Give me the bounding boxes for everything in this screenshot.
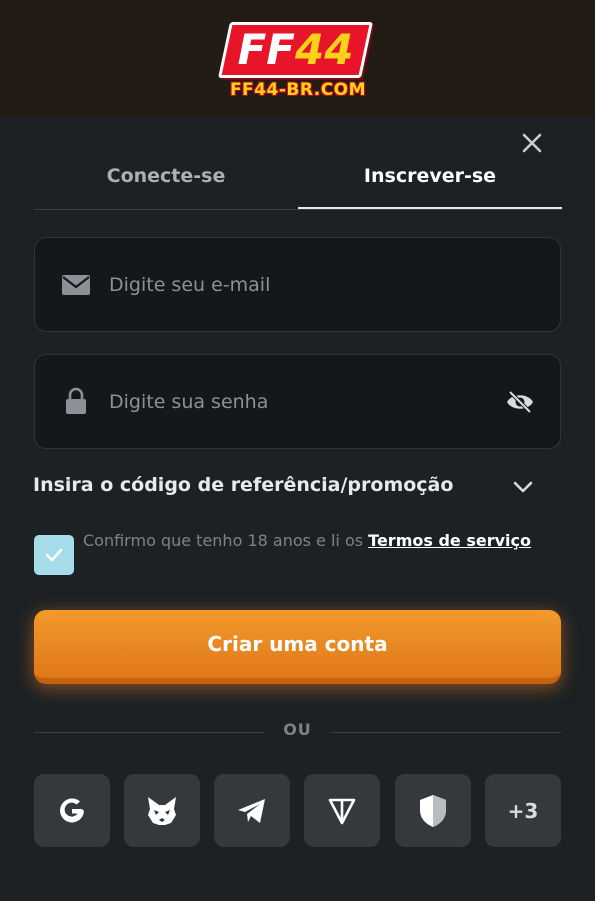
or-divider: OU — [34, 720, 561, 744]
metamask-fox-icon — [148, 796, 176, 825]
eye-off-icon[interactable] — [505, 389, 535, 415]
password-field[interactable] — [34, 354, 561, 449]
promo-code-toggle[interactable]: Insira o código de referência/promoção — [33, 470, 543, 504]
telegram-login-button[interactable] — [214, 774, 290, 847]
tab-register[interactable]: Inscrever-se — [298, 150, 562, 209]
logo-domain: FF44-BR.COM — [229, 80, 367, 100]
lock-icon — [66, 387, 86, 414]
divider-line-left — [34, 732, 264, 733]
terms-text: Confirmo que tenho 18 anos e li os Termo… — [83, 526, 553, 555]
email-field[interactable] — [34, 237, 561, 332]
google-icon — [60, 797, 84, 822]
ton-icon — [328, 798, 356, 824]
terms-checkbox[interactable] — [34, 535, 74, 575]
shield-icon — [420, 794, 446, 827]
checkmark-icon — [45, 548, 63, 562]
auth-tabs: Conecte-se Inscrever-se — [34, 150, 562, 210]
more-options-label: +3 — [507, 798, 539, 823]
ton-login-button[interactable] — [304, 774, 380, 847]
terms-of-service-link[interactable]: Termos de serviço — [368, 531, 531, 550]
google-login-button[interactable] — [34, 774, 110, 847]
metamask-login-button[interactable] — [124, 774, 200, 847]
create-account-button[interactable]: Criar uma conta — [34, 610, 561, 684]
divider-line-right — [331, 732, 561, 733]
envelope-icon — [62, 275, 90, 295]
logo-highlight: 44 — [294, 25, 354, 74]
terms-statement: Confirmo que tenho 18 anos e li os — [83, 531, 369, 550]
logo-main: FF — [237, 25, 295, 74]
password-input[interactable] — [109, 383, 489, 421]
chevron-down-icon — [513, 481, 533, 493]
email-input[interactable] — [109, 266, 489, 304]
tab-login[interactable]: Conecte-se — [34, 150, 298, 209]
shield-login-button[interactable] — [395, 774, 471, 847]
terms-agreement: Confirmo que tenho 18 anos e li os Termo… — [34, 525, 561, 585]
divider-label: OU — [283, 720, 312, 739]
header-bar: FF44 FF44-BR.COM — [0, 0, 595, 117]
more-login-options-button[interactable]: +3 — [485, 774, 561, 847]
logo-wordmark: FF44 — [224, 25, 367, 75]
promo-label: Insira o código de referência/promoção — [33, 474, 454, 496]
telegram-icon — [238, 798, 265, 823]
